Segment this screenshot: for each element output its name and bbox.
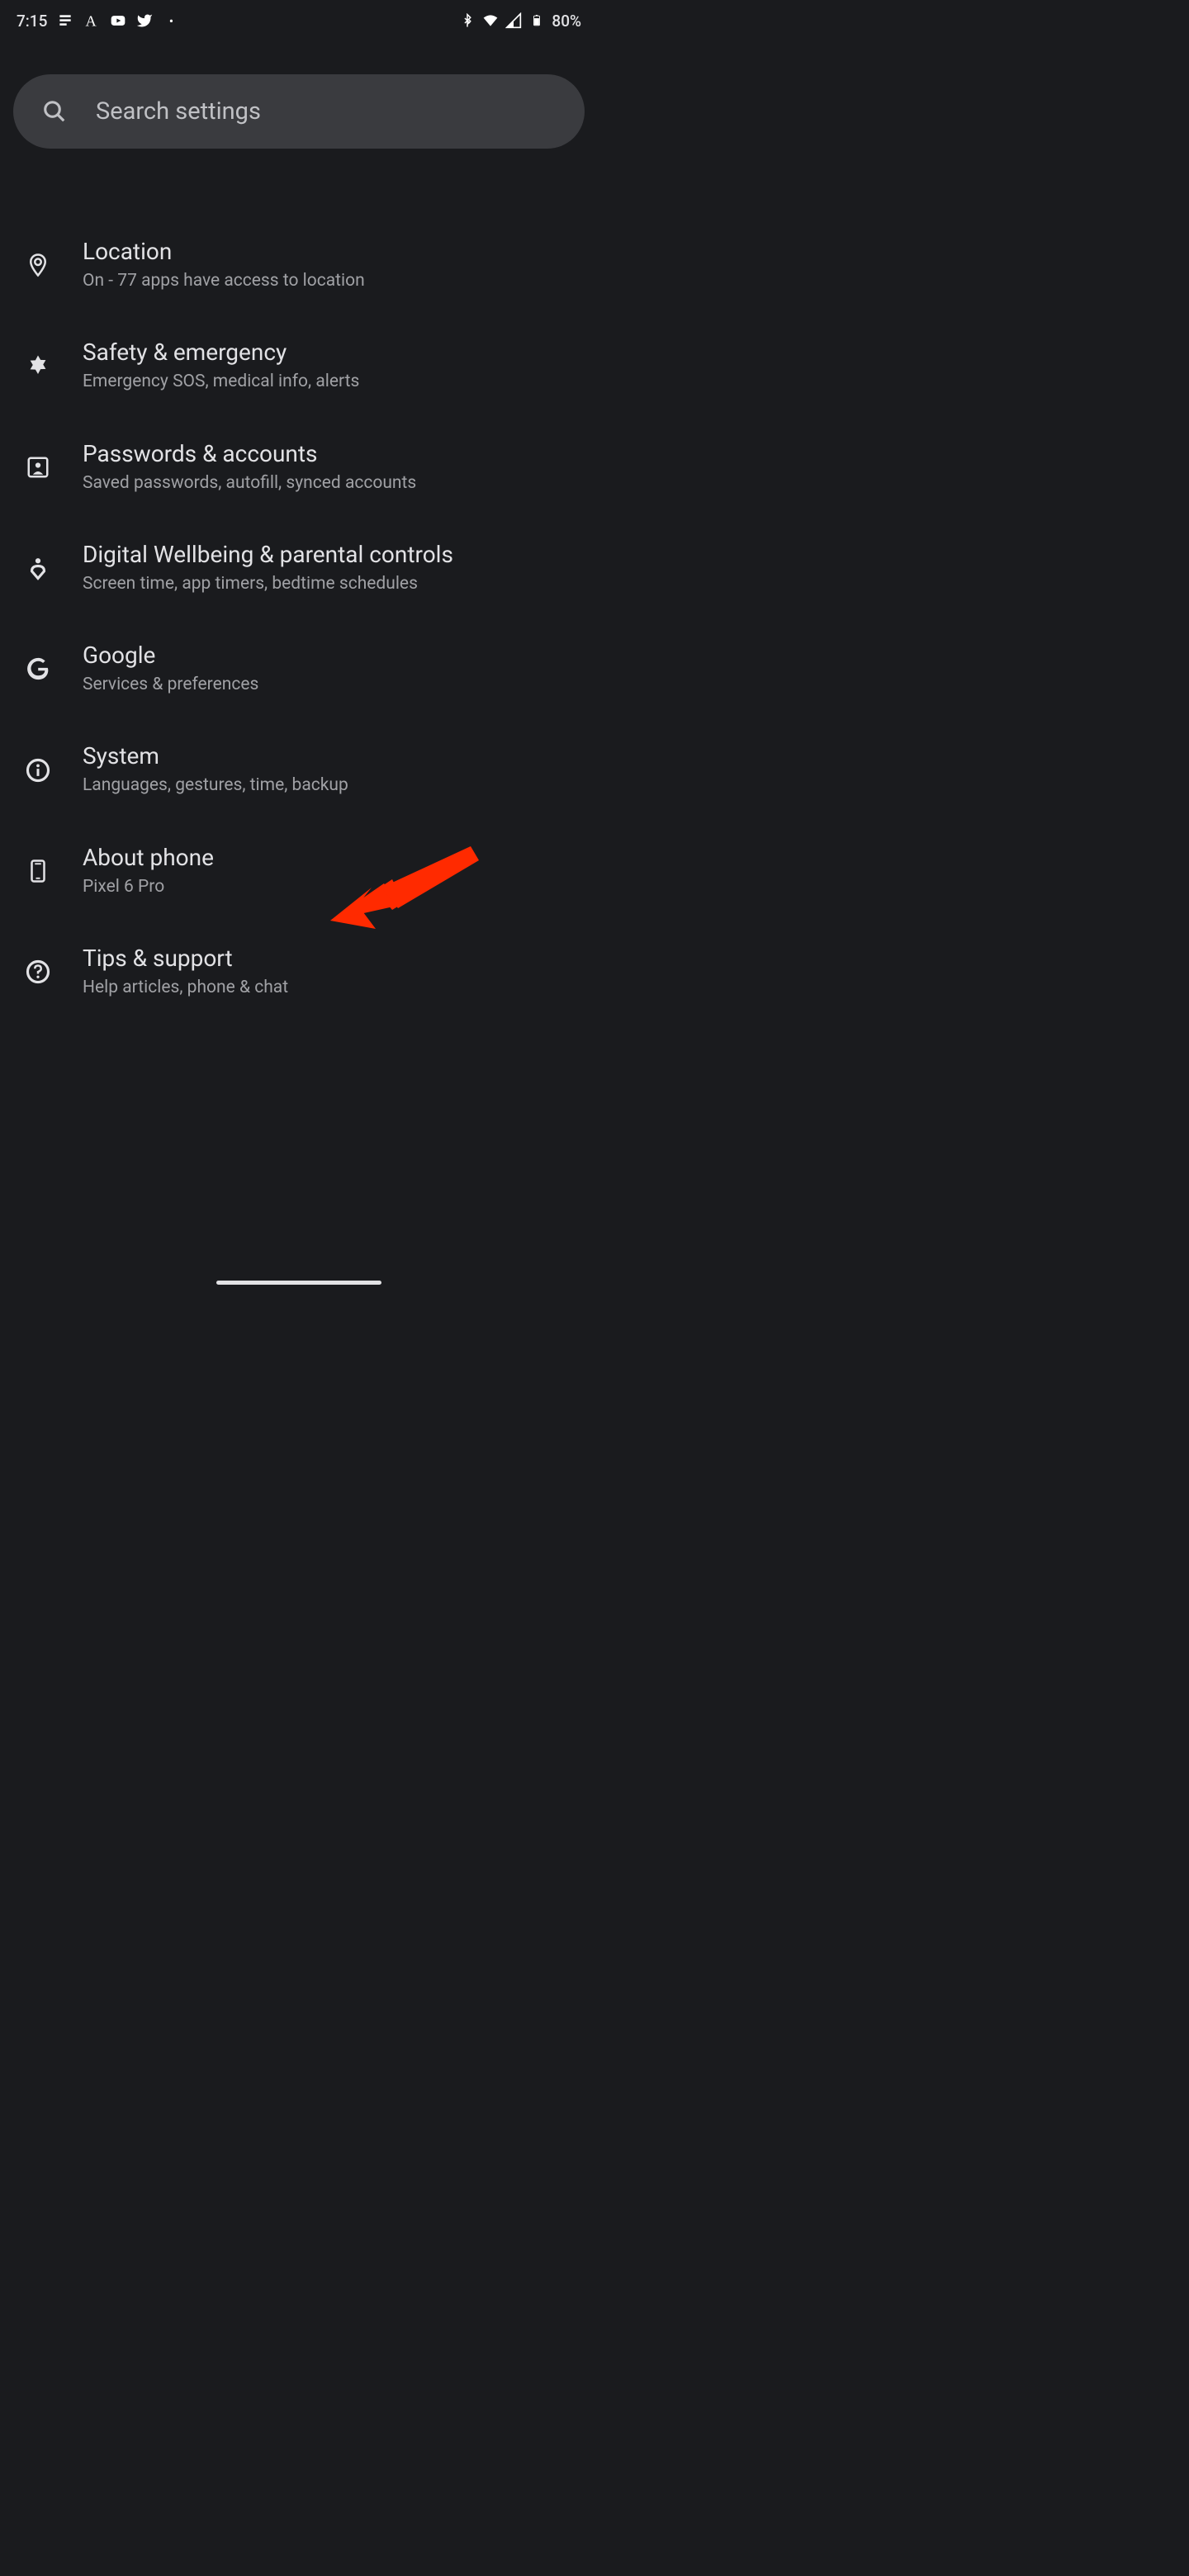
item-text: About phone Pixel 6 Pro xyxy=(83,844,214,898)
search-icon xyxy=(36,93,73,130)
battery-percentage: 80% xyxy=(552,12,581,31)
item-title: Safety & emergency xyxy=(83,339,359,366)
status-time: 7:15 xyxy=(17,12,47,31)
item-subtitle: Saved passwords, autofill, synced accoun… xyxy=(83,472,416,495)
search-bar[interactable]: Search settings xyxy=(13,74,585,149)
item-text: Google Services & preferences xyxy=(83,642,258,696)
youtube-icon xyxy=(110,12,126,29)
twitter-icon xyxy=(136,12,153,29)
status-right-group: 80% xyxy=(459,12,581,31)
item-subtitle: Services & preferences xyxy=(83,674,258,696)
item-subtitle: Pixel 6 Pro xyxy=(83,876,214,898)
settings-item-location[interactable]: Location On - 77 apps have access to loc… xyxy=(0,215,598,315)
settings-item-system[interactable]: System Languages, gestures, time, backup xyxy=(0,719,598,820)
item-text: Tips & support Help articles, phone & ch… xyxy=(83,945,288,999)
app-icon-2: A xyxy=(83,12,100,29)
item-title: Tips & support xyxy=(83,945,288,972)
app-icon-1 xyxy=(57,12,73,29)
item-subtitle: Emergency SOS, medical info, alerts xyxy=(83,371,359,393)
settings-item-about[interactable]: About phone Pixel 6 Pro xyxy=(0,821,598,921)
navigation-handle[interactable] xyxy=(216,1281,381,1285)
item-subtitle: Languages, gestures, time, backup xyxy=(83,774,348,797)
item-subtitle: Screen time, app timers, bedtime schedul… xyxy=(83,573,453,595)
settings-item-passwords[interactable]: Passwords & accounts Saved passwords, au… xyxy=(0,417,598,518)
location-icon xyxy=(20,247,56,283)
item-title: Digital Wellbeing & parental controls xyxy=(83,541,453,568)
phone-icon xyxy=(20,853,56,889)
wifi-icon xyxy=(482,12,499,29)
settings-item-safety[interactable]: Safety & emergency Emergency SOS, medica… xyxy=(0,315,598,416)
settings-item-tips[interactable]: Tips & support Help articles, phone & ch… xyxy=(0,921,598,1022)
item-text: System Languages, gestures, time, backup xyxy=(83,742,348,797)
help-icon xyxy=(20,954,56,990)
signal-icon xyxy=(505,12,522,29)
item-subtitle: Help articles, phone & chat xyxy=(83,977,288,999)
item-title: Google xyxy=(83,642,258,669)
dot-icon: • xyxy=(163,12,179,29)
status-left-group: 7:15 A • xyxy=(17,12,179,31)
bluetooth-icon xyxy=(459,12,476,29)
battery-icon xyxy=(528,12,545,29)
settings-item-wellbeing[interactable]: Digital Wellbeing & parental controls Sc… xyxy=(0,518,598,618)
account-icon xyxy=(20,449,56,485)
item-title: System xyxy=(83,742,348,769)
item-title: Location xyxy=(83,238,365,265)
item-text: Safety & emergency Emergency SOS, medica… xyxy=(83,339,359,393)
medical-icon xyxy=(20,348,56,384)
wellbeing-icon xyxy=(20,550,56,586)
item-text: Digital Wellbeing & parental controls Sc… xyxy=(83,541,453,595)
svg-text:A: A xyxy=(86,13,97,29)
info-icon xyxy=(20,752,56,788)
item-subtitle: On - 77 apps have access to location xyxy=(83,270,365,292)
item-title: Passwords & accounts xyxy=(83,440,416,467)
item-title: About phone xyxy=(83,844,214,871)
item-text: Passwords & accounts Saved passwords, au… xyxy=(83,440,416,495)
settings-item-google[interactable]: Google Services & preferences xyxy=(0,618,598,719)
google-icon xyxy=(20,651,56,687)
item-text: Location On - 77 apps have access to loc… xyxy=(83,238,365,292)
settings-list[interactable]: Location On - 77 apps have access to loc… xyxy=(0,149,598,1022)
status-bar: 7:15 A • 80% xyxy=(0,0,598,41)
search-placeholder: Search settings xyxy=(96,97,261,125)
